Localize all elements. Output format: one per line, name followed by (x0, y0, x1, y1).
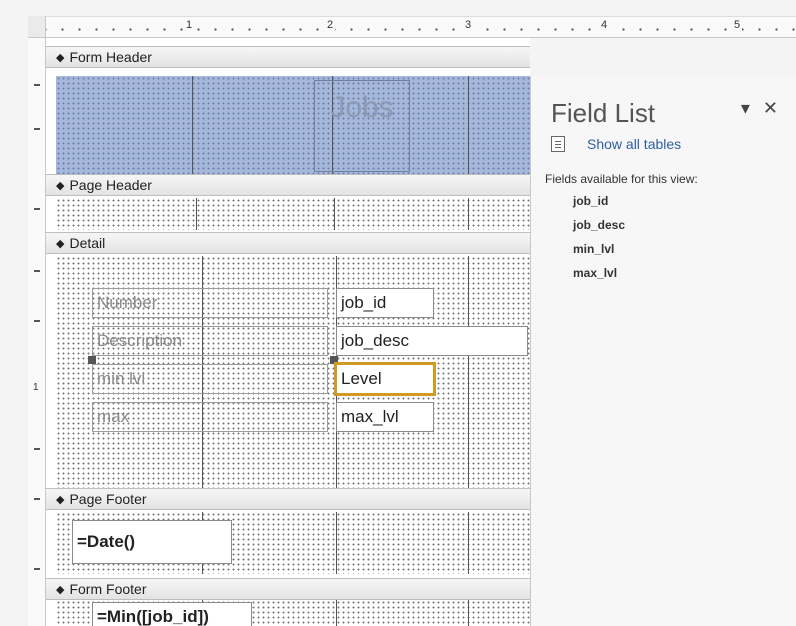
max-lvl-textbox[interactable]: max_lvl (336, 402, 434, 432)
form-design-surface[interactable]: ◆ Form Header Jobs ◆ Page Header ◆ Detai… (46, 38, 530, 626)
form-footer-bar[interactable]: ◆ Form Footer (46, 578, 530, 600)
dropdown-icon[interactable]: ▾ (741, 98, 750, 118)
show-all-tables-text: Show all tables (587, 136, 682, 152)
grid-line (196, 198, 197, 230)
level-text: Level (341, 369, 382, 388)
ruler-corner (28, 16, 46, 38)
ruler-dash (34, 320, 40, 322)
move-handle[interactable] (88, 356, 96, 364)
show-all-tables-link[interactable]: Show all tables (551, 136, 681, 152)
job-id-textbox[interactable]: job_id (336, 288, 434, 318)
field-item[interactable]: min_lvl (573, 242, 625, 266)
ruler-tick-4: 4 (599, 19, 610, 31)
field-item[interactable]: max_lvl (573, 266, 625, 290)
max-label-text: max (97, 407, 130, 426)
grid-line (468, 512, 469, 574)
page-footer-bar[interactable]: ◆ Page Footer (46, 488, 530, 510)
min-expression: =Min([job_id]) (97, 607, 209, 626)
form-title-label[interactable]: Jobs (314, 80, 410, 172)
collapse-arrow-icon: ◆ (56, 51, 65, 64)
grid-line (334, 198, 335, 230)
page-header-label: Page Header (69, 177, 152, 193)
vertical-ruler[interactable]: 1 (28, 38, 46, 626)
form-title-text: Jobs (330, 91, 394, 124)
collapse-arrow-icon: ◆ (56, 179, 65, 192)
horizontal-ruler[interactable]: 1 2 3 4 5 (46, 16, 796, 38)
page-header-bar[interactable]: ◆ Page Header (46, 174, 530, 196)
grid-line (468, 198, 469, 230)
field-list-title: Field List (551, 98, 656, 128)
collapse-arrow-icon: ◆ (56, 237, 65, 250)
min-lvl-label[interactable]: min lvl (92, 364, 328, 394)
ruler-tick-5: 5 (732, 19, 743, 31)
grid-line (336, 512, 337, 574)
collapse-arrow-icon: ◆ (56, 583, 65, 596)
ruler-side-tick: 1 (33, 382, 39, 393)
form-header-bar[interactable]: ◆ Form Header (46, 46, 530, 68)
date-textbox[interactable]: =Date() (72, 520, 232, 564)
field-item[interactable]: job_desc (573, 218, 625, 242)
max-lvl-text: max_lvl (341, 407, 399, 426)
description-label[interactable]: Description (92, 326, 328, 356)
collapse-arrow-icon: ◆ (56, 493, 65, 506)
ruler-dots (46, 28, 796, 31)
min-job-id-textbox[interactable]: =Min([job_id]) (92, 602, 252, 626)
number-label-text: Number (97, 293, 158, 312)
ruler-tick-1: 1 (184, 19, 195, 31)
ruler-dash (34, 448, 40, 450)
ruler-dash (34, 84, 40, 86)
form-header-label: Form Header (69, 49, 152, 65)
table-icon (551, 136, 565, 152)
job-desc-text: job_desc (341, 331, 410, 350)
detail-area[interactable]: Number job_id Description job_desc min l… (56, 256, 530, 488)
level-textbox-selected[interactable]: Level (334, 362, 436, 396)
job-desc-textbox[interactable]: job_desc (336, 326, 528, 356)
ruler-dash (34, 128, 40, 130)
field-list-pane: Field List ▾ ✕ Show all tables Fields av… (530, 76, 796, 626)
ruler-dash (34, 498, 40, 500)
ruler-tick-2: 2 (325, 19, 336, 31)
page-footer-label: Page Footer (69, 491, 147, 507)
grid-line (336, 600, 337, 626)
grid-line (468, 256, 469, 488)
close-icon[interactable]: ✕ (763, 98, 778, 118)
page-footer-area[interactable]: =Date() (56, 512, 530, 574)
description-label-text: Description (97, 331, 183, 350)
min-lvl-label-text: min lvl (97, 369, 146, 388)
job-id-text: job_id (341, 293, 387, 312)
detail-bar[interactable]: ◆ Detail (46, 232, 530, 254)
ruler-tick-3: 3 (463, 19, 474, 31)
page-header-area[interactable] (56, 198, 530, 230)
ruler-dash (34, 270, 40, 272)
grid-line (192, 76, 193, 174)
max-label[interactable]: max (92, 402, 328, 432)
fields-available-heading: Fields available for this view: (545, 172, 698, 186)
number-label[interactable]: Number (92, 288, 328, 318)
form-footer-label: Form Footer (69, 581, 147, 597)
field-list-items: job_id job_desc min_lvl max_lvl (573, 194, 625, 290)
field-item[interactable]: job_id (573, 194, 625, 218)
form-footer-area[interactable]: =Min([job_id]) (56, 600, 530, 626)
detail-label: Detail (69, 235, 106, 251)
ruler-dash (34, 208, 40, 210)
ruler-dash (34, 568, 40, 570)
date-expression: =Date() (77, 532, 136, 551)
grid-line (468, 600, 469, 626)
grid-line (468, 76, 469, 174)
form-header-area[interactable]: Jobs (56, 76, 530, 174)
